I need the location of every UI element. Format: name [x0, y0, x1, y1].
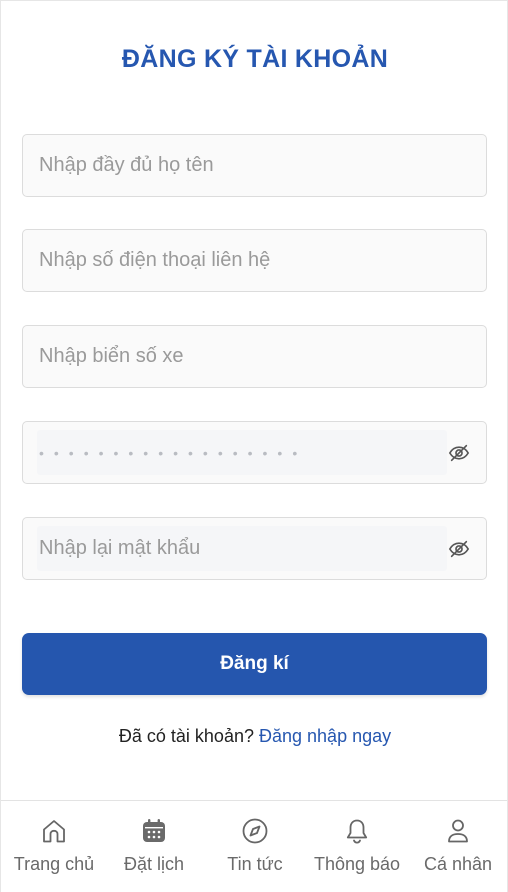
- phone-input[interactable]: [39, 230, 459, 291]
- eye-off-icon[interactable]: [448, 442, 470, 464]
- login-prompt: Đã có tài khoản? Đăng nhập ngay: [1, 726, 508, 747]
- register-screen: ĐĂNG KÝ TÀI KHOẢN Đăng kí Đã có tài khoả…: [0, 0, 508, 892]
- register-button[interactable]: Đăng kí: [22, 633, 487, 695]
- have-account-text: Đã có tài khoản?: [118, 726, 254, 746]
- login-link[interactable]: Đăng nhập ngay: [259, 726, 391, 746]
- compass-icon: [242, 818, 268, 844]
- nav-item-notifications[interactable]: Thông báo: [307, 801, 407, 892]
- user-icon: [448, 819, 468, 843]
- page-title: ĐĂNG KÝ TÀI KHOẢN: [121, 45, 389, 73]
- nav-label-notifications: Thông báo: [313, 854, 401, 874]
- full-name-input[interactable]: [39, 135, 459, 196]
- bell-icon: [346, 819, 368, 844]
- home-icon: [43, 820, 65, 843]
- nav-item-profile[interactable]: Cá nhân: [415, 801, 501, 892]
- nav-label-booking: Đặt lịch: [123, 854, 185, 874]
- eye-off-icon[interactable]: [448, 538, 470, 560]
- nav-item-home[interactable]: Trang chủ: [7, 801, 101, 892]
- password-field[interactable]: [22, 421, 487, 484]
- nav-item-booking[interactable]: Đặt lịch: [110, 801, 198, 892]
- confirm-password-input[interactable]: [39, 518, 459, 579]
- full-name-field[interactable]: [22, 134, 487, 197]
- calendar-icon: [143, 819, 165, 842]
- plate-field[interactable]: [22, 325, 487, 388]
- bottom-nav: Trang chủ Đặt lịch Tin tức Thông báo Cá …: [1, 800, 507, 892]
- nav-item-news[interactable]: Tin tức: [212, 801, 298, 892]
- nav-label-home: Trang chủ: [13, 854, 95, 874]
- nav-label-news: Tin tức: [227, 854, 283, 874]
- password-input[interactable]: [39, 422, 459, 483]
- nav-label-profile: Cá nhân: [423, 854, 493, 874]
- phone-field[interactable]: [22, 229, 487, 292]
- plate-input[interactable]: [39, 326, 459, 387]
- confirm-password-field[interactable]: [22, 517, 487, 580]
